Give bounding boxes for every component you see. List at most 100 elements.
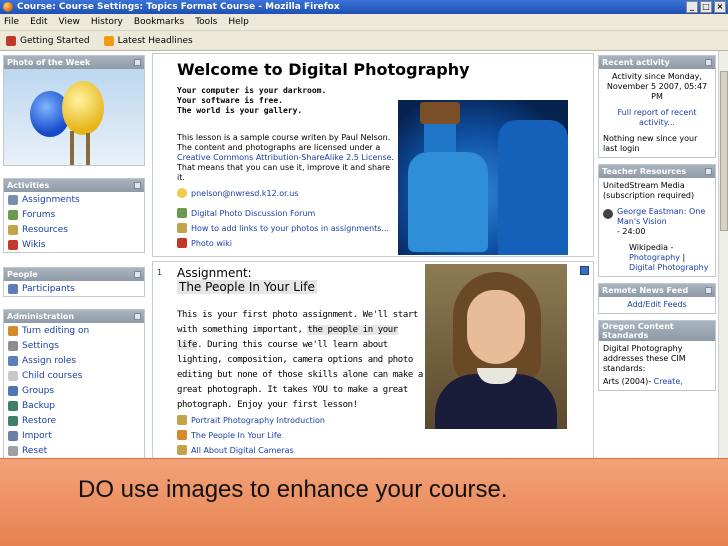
groups-icon xyxy=(8,385,18,396)
assignment-subtitle: The People In Your Life xyxy=(177,280,317,294)
collapse-icon[interactable] xyxy=(134,271,141,278)
page-content: Photo of the Week Activities Assignments… xyxy=(0,51,718,461)
activities-block: Activities Assignments Forums Resources … xyxy=(3,178,145,253)
menu-view[interactable]: View xyxy=(59,17,80,27)
activity-resources[interactable]: Resources xyxy=(4,222,144,237)
window-title: Course: Course Settings: Topics Format C… xyxy=(17,2,340,12)
link-label: How to add links to your photos in assig… xyxy=(191,223,390,233)
menu-history[interactable]: History xyxy=(91,17,123,27)
people-label: Participants xyxy=(22,283,75,294)
teacher-unitedstream: UnitedStream Media (subscription require… xyxy=(603,181,695,200)
admin-settings[interactable]: Settings xyxy=(4,338,144,353)
admin-assign-roles[interactable]: Assign roles xyxy=(4,353,144,368)
assignment-description: This is your first photo assignment. We'… xyxy=(177,308,425,413)
block-title: Recent activity xyxy=(602,58,670,67)
teacher-wikipedia: Wikipedia - Photography | Digital Photog… xyxy=(599,240,715,276)
tagline-line: Your computer is your darkroom. xyxy=(177,86,327,95)
activity-assignments[interactable]: Assignments xyxy=(4,192,144,207)
admin-groups[interactable]: Groups xyxy=(4,383,144,398)
video-link[interactable]: George Eastman: One Man's Vision xyxy=(617,207,705,226)
admin-child-courses[interactable]: Child courses xyxy=(4,368,144,383)
block-title: Administration xyxy=(7,312,75,321)
collapse-icon[interactable] xyxy=(134,59,141,66)
recent-none: Nothing new since your last login xyxy=(603,134,698,153)
collapse-icon[interactable] xyxy=(705,168,712,175)
menu-file[interactable]: File xyxy=(4,17,19,27)
menu-edit[interactable]: Edit xyxy=(30,17,47,27)
assignment-title: Assignment: xyxy=(177,266,252,280)
reset-icon xyxy=(8,445,18,456)
settings-icon xyxy=(8,340,18,351)
section-link[interactable]: Photo wiki xyxy=(177,238,232,248)
section-link[interactable]: How to add links to your photos in assig… xyxy=(177,223,389,233)
photography-link[interactable]: Photography xyxy=(629,253,680,262)
administration-block: Administration Turn editing on Settings … xyxy=(3,309,145,459)
menu-bookmarks[interactable]: Bookmarks xyxy=(134,17,184,27)
collapse-icon[interactable] xyxy=(134,182,141,189)
digital-photography-link[interactable]: Digital Photography xyxy=(629,263,708,272)
section-resource[interactable]: All About Digital Cameras xyxy=(177,445,294,455)
email-link[interactable]: pnelson@nwresd.k12.or.us xyxy=(191,189,298,198)
minimize-button[interactable]: _ xyxy=(686,1,698,13)
menu-tools[interactable]: Tools xyxy=(195,17,217,27)
wikipedia-label: Wikipedia - xyxy=(629,243,674,252)
resource-icon xyxy=(177,415,187,425)
block-header: Administration xyxy=(4,310,144,323)
collapse-icon[interactable] xyxy=(134,313,141,320)
photo-of-week-block: Photo of the Week xyxy=(3,55,145,166)
vertical-scrollbar[interactable] xyxy=(718,51,728,461)
block-header: Activities xyxy=(4,179,144,192)
recent-report-link[interactable]: Full report of recent activity... xyxy=(599,105,715,131)
assignment-title-text: Assignment xyxy=(177,266,248,280)
portrait-photo xyxy=(425,264,567,429)
close-button[interactable]: × xyxy=(714,1,726,13)
bookmarks-toolbar: Getting Started Latest Headlines xyxy=(0,31,728,51)
bookmark-latest-headlines[interactable]: Latest Headlines xyxy=(103,35,193,46)
forum-icon xyxy=(177,208,187,218)
wiki-icon xyxy=(8,239,18,250)
edit-feeds-link[interactable]: Add/Edit Feeds xyxy=(599,297,715,313)
admin-turn-editing-on[interactable]: Turn editing on xyxy=(4,323,144,338)
window-controls: _ □ × xyxy=(686,1,726,13)
admin-import[interactable]: Import xyxy=(4,428,144,443)
collapse-icon[interactable] xyxy=(705,59,712,66)
people-participants[interactable]: Participants xyxy=(4,281,144,296)
section-resource[interactable]: Portrait Photography Introduction xyxy=(177,415,325,425)
admin-restore[interactable]: Restore xyxy=(4,413,144,428)
users-icon xyxy=(8,283,18,294)
activity-forums[interactable]: Forums xyxy=(4,207,144,222)
maximize-button[interactable]: □ xyxy=(700,1,712,13)
bookmark-getting-started[interactable]: Getting Started xyxy=(6,35,90,46)
right-column: Recent activity Activity since Monday, N… xyxy=(598,51,716,397)
admin-label: Reset xyxy=(22,445,48,456)
admin-reset[interactable]: Reset xyxy=(4,443,144,458)
block-title: Oregon Content Standards xyxy=(602,322,674,340)
admin-backup[interactable]: Backup xyxy=(4,398,144,413)
menu-help[interactable]: Help xyxy=(228,17,249,27)
video-info: George Eastman: One Man's Vision - 24:00 xyxy=(617,207,711,237)
license-link[interactable]: Creative Commons Attribution-ShareAlike … xyxy=(177,153,392,162)
resource-icon xyxy=(8,224,18,235)
activity-label: Forums xyxy=(22,209,56,220)
section-toggle-icon[interactable] xyxy=(580,266,589,275)
photo-of-week-image xyxy=(4,69,144,165)
resource-label: All About Digital Cameras xyxy=(191,445,294,455)
section-resource[interactable]: The People In Your Life xyxy=(177,430,282,440)
resource-icon xyxy=(177,445,187,455)
activity-wikis[interactable]: Wikis xyxy=(4,237,144,252)
admin-label: Import xyxy=(22,430,52,441)
edit-icon xyxy=(8,325,18,336)
resource-icon xyxy=(177,223,187,233)
course-intro-text: This lesson is a sample course writen by… xyxy=(177,133,395,183)
block-title: Remote News Feed xyxy=(602,286,689,295)
block-header: Teacher Resources xyxy=(599,165,715,178)
collapse-icon[interactable] xyxy=(705,287,712,294)
section-link[interactable]: Digital Photo Discussion Forum xyxy=(177,208,315,218)
restore-icon xyxy=(8,415,18,426)
oregon-create-link[interactable]: Create, xyxy=(654,377,683,386)
scrollbar-thumb[interactable] xyxy=(720,71,728,231)
admin-label: Assign roles xyxy=(22,355,77,366)
link-label: Photo wiki xyxy=(191,238,232,248)
left-column: Photo of the Week Activities Assignments… xyxy=(0,51,148,461)
assignment-icon xyxy=(8,194,18,205)
